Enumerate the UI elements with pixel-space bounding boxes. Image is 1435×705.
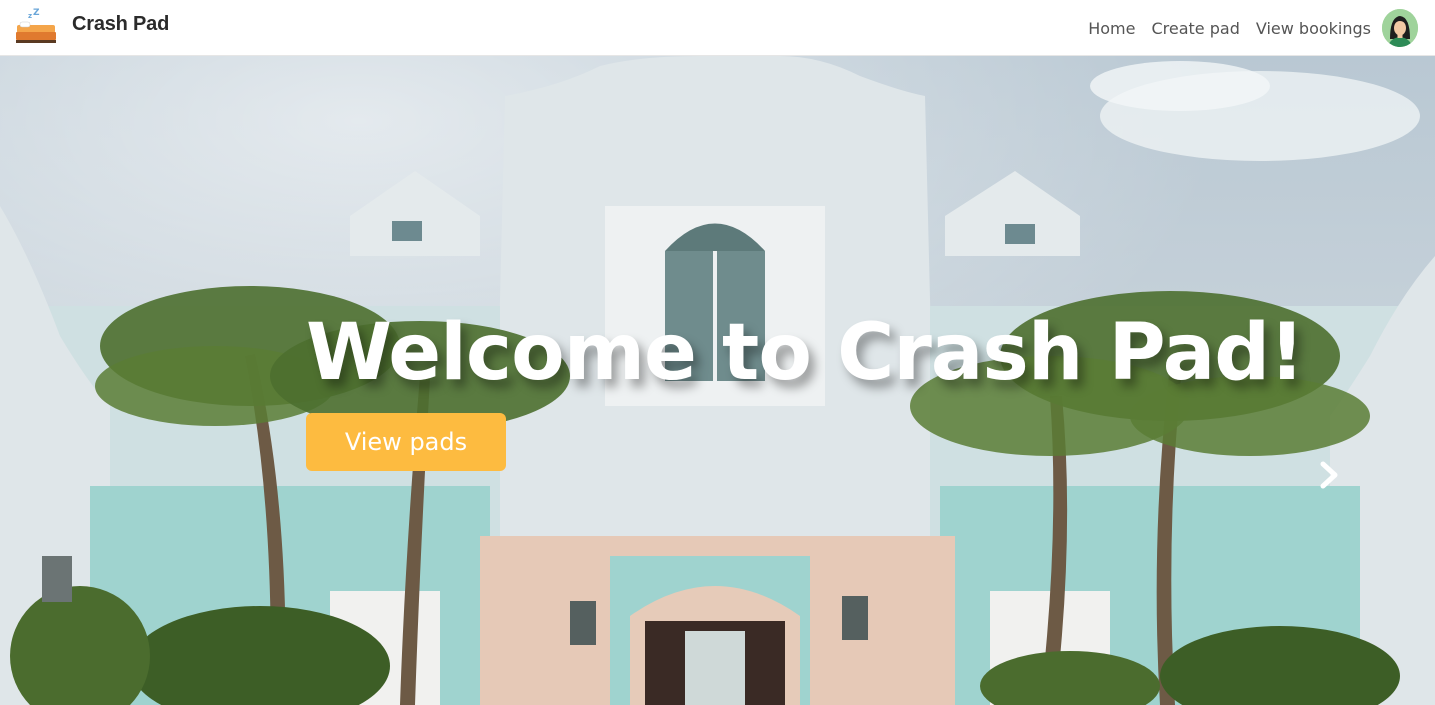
nav-link-create-pad[interactable]: Create pad xyxy=(1151,19,1239,38)
hero-banner: Welcome to Crash Pad! View pads xyxy=(0,56,1435,705)
svg-text:Z: Z xyxy=(33,8,40,18)
user-avatar-icon[interactable] xyxy=(1382,9,1418,47)
top-navbar: z Z Crash Pad Home Create pad View booki… xyxy=(0,0,1435,56)
hero-title: Welcome to Crash Pad! xyxy=(306,308,1305,398)
view-pads-button[interactable]: View pads xyxy=(306,413,506,471)
nav-link-home[interactable]: Home xyxy=(1088,19,1135,38)
chevron-right-icon[interactable] xyxy=(1314,456,1344,494)
svg-text:z: z xyxy=(28,12,32,20)
bed-sleeping-icon[interactable]: z Z xyxy=(14,8,58,46)
brand-name[interactable]: Crash Pad xyxy=(72,13,169,36)
nav-links: Home Create pad View bookings xyxy=(1072,0,1371,56)
nav-link-view-bookings[interactable]: View bookings xyxy=(1256,19,1371,38)
